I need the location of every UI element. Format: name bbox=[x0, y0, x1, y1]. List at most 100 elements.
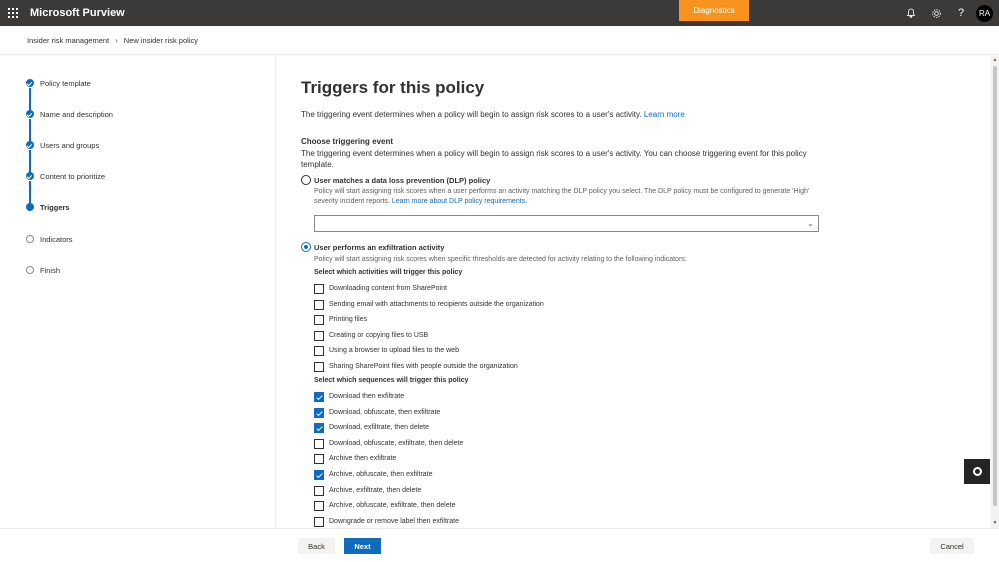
breadcrumb-item-new-policy: New insider risk policy bbox=[123, 35, 198, 45]
checkbox-label: Archive then exfiltrate bbox=[329, 455, 397, 462]
activity-checkbox-row[interactable]: Using a browser to upload files to the w… bbox=[314, 345, 459, 356]
checkbox[interactable] bbox=[314, 438, 324, 449]
exfiltration-option-radio[interactable] bbox=[301, 242, 311, 252]
check-icon bbox=[26, 141, 34, 149]
step-connector bbox=[29, 88, 31, 111]
section-description: The triggering event determines when a p… bbox=[301, 149, 807, 169]
breadcrumb-item-insider-risk[interactable]: Insider risk management bbox=[27, 36, 109, 45]
dlp-desc-text: Policy will start assigning risk scores … bbox=[314, 188, 810, 205]
sequences-title: Select which sequences will trigger this… bbox=[314, 377, 469, 384]
wizard-footer: Back Next Cancel bbox=[0, 528, 999, 562]
next-button[interactable]: Next bbox=[344, 538, 381, 554]
back-button[interactable]: Back bbox=[298, 538, 335, 554]
learn-more-link[interactable]: Learn more bbox=[644, 110, 685, 119]
checkbox-checked[interactable] bbox=[314, 422, 324, 433]
wizard-steps: Policy template Name and description Use… bbox=[0, 56, 276, 528]
checkbox[interactable] bbox=[314, 330, 324, 341]
sequence-checkbox-row[interactable]: Archive, exfiltrate, then delete bbox=[314, 485, 421, 496]
activity-checkbox-row[interactable]: Printing files bbox=[314, 314, 367, 325]
main-content: Triggers for this policy The triggering … bbox=[277, 56, 990, 528]
checkbox-label: Creating or copying files to USB bbox=[329, 332, 429, 339]
checkbox-label: Archive, obfuscate, then exfiltrate bbox=[329, 471, 433, 478]
activities-title: Select which activities will trigger thi… bbox=[314, 269, 463, 276]
sequence-checkbox-row[interactable]: Download then exfiltrate bbox=[314, 391, 404, 402]
step-content-prioritize[interactable]: Content to prioritize bbox=[26, 171, 105, 181]
activity-checkbox-row[interactable]: Sending email with attachments to recipi… bbox=[314, 299, 544, 310]
sequence-checkbox-row[interactable]: Downgrade or remove label then exfiltrat… bbox=[314, 516, 459, 527]
checkbox-label: Printing files bbox=[329, 316, 368, 323]
sequence-checkbox-row[interactable]: Download, obfuscate, exfiltrate, then de… bbox=[314, 438, 463, 449]
checkbox-checked[interactable] bbox=[314, 469, 324, 480]
page-description: The triggering event determines when a p… bbox=[301, 110, 685, 119]
check-icon bbox=[26, 172, 34, 180]
vertical-scrollbar[interactable]: ▲ ▼ bbox=[991, 56, 999, 528]
page-title: Triggers for this policy bbox=[301, 78, 485, 97]
diagnostics-button[interactable]: Diagnostics bbox=[679, 0, 749, 21]
exfiltration-option-label[interactable]: User performs an exfiltration activity bbox=[314, 243, 444, 252]
step-label: Content to prioritize bbox=[40, 171, 106, 181]
checkbox-label: Archive, exfiltrate, then delete bbox=[329, 487, 422, 494]
dlp-policy-dropdown[interactable]: ⌄ bbox=[314, 215, 819, 232]
checkbox[interactable] bbox=[314, 283, 324, 294]
checkbox-checked[interactable] bbox=[314, 407, 324, 418]
checkbox[interactable] bbox=[314, 485, 324, 496]
sequence-checkbox-row[interactable]: Archive, obfuscate, exfiltrate, then del… bbox=[314, 500, 455, 511]
scroll-up-arrow-icon[interactable]: ▲ bbox=[992, 57, 998, 63]
app-title[interactable]: Microsoft Purview bbox=[30, 7, 125, 19]
lifebuoy-icon bbox=[972, 467, 982, 476]
step-triggers[interactable]: Triggers bbox=[26, 202, 70, 212]
check-icon bbox=[26, 79, 34, 87]
step-label: Finish bbox=[40, 265, 61, 275]
step-label: Indicators bbox=[40, 234, 73, 244]
bell-icon[interactable] bbox=[898, 0, 924, 26]
step-policy-template[interactable]: Policy template bbox=[26, 78, 91, 88]
scroll-down-arrow-icon[interactable]: ▼ bbox=[992, 520, 998, 526]
waffle-icon[interactable] bbox=[0, 0, 26, 26]
empty-circle-icon bbox=[26, 266, 34, 274]
step-connector bbox=[29, 181, 31, 204]
checkbox[interactable] bbox=[314, 314, 324, 325]
chevron-right-icon: › bbox=[115, 35, 118, 45]
checkbox-label: Download, obfuscate, then exfiltrate bbox=[329, 409, 441, 416]
checkbox-label: Downloading content from SharePoint bbox=[329, 285, 447, 292]
checkbox[interactable] bbox=[314, 361, 324, 372]
scroll-thumb[interactable] bbox=[993, 66, 997, 506]
step-users-groups[interactable]: Users and groups bbox=[26, 140, 99, 150]
sequence-checkbox-row[interactable]: Archive, obfuscate, then exfiltrate bbox=[314, 469, 433, 480]
help-icon[interactable]: ? bbox=[948, 0, 974, 26]
checkbox-label: Archive, obfuscate, exfiltrate, then del… bbox=[329, 502, 456, 509]
checkbox[interactable] bbox=[314, 516, 324, 527]
step-finish: Finish bbox=[26, 265, 60, 275]
step-label: Users and groups bbox=[40, 140, 100, 150]
checkbox[interactable] bbox=[314, 299, 324, 310]
step-label: Triggers bbox=[40, 202, 70, 212]
checkbox[interactable] bbox=[314, 500, 324, 511]
step-indicators: Indicators bbox=[26, 234, 73, 244]
checkbox-label: Sending email with attachments to recipi… bbox=[329, 301, 544, 308]
checkbox-checked[interactable] bbox=[314, 391, 324, 402]
sequence-checkbox-row[interactable]: Download, obfuscate, then exfiltrate bbox=[314, 407, 440, 418]
sequence-checkbox-row[interactable]: Download, exfiltrate, then delete bbox=[314, 422, 429, 433]
floating-help-button[interactable] bbox=[964, 459, 990, 484]
current-step-dot-icon bbox=[26, 203, 34, 211]
checkbox-label: Download, obfuscate, exfiltrate, then de… bbox=[329, 440, 464, 447]
checkbox-label: Download then exfiltrate bbox=[329, 393, 405, 400]
avatar[interactable]: RA bbox=[976, 5, 993, 22]
step-label: Policy template bbox=[40, 78, 91, 88]
activity-checkbox-row[interactable]: Creating or copying files to USB bbox=[314, 330, 428, 341]
checkbox-label: Using a browser to upload files to the w… bbox=[329, 347, 459, 354]
sequence-checkbox-row[interactable]: Archive then exfiltrate bbox=[314, 453, 396, 464]
gear-icon[interactable] bbox=[923, 0, 949, 26]
description-text: The triggering event determines when a p… bbox=[301, 110, 642, 119]
step-name-description[interactable]: Name and description bbox=[26, 109, 113, 119]
step-label: Name and description bbox=[40, 109, 113, 119]
dlp-learn-more-link[interactable]: Learn more about DLP policy requirements… bbox=[392, 198, 527, 205]
cancel-button[interactable]: Cancel bbox=[930, 538, 974, 554]
dlp-option-radio[interactable] bbox=[301, 175, 311, 185]
dlp-option-label[interactable]: User matches a data loss prevention (DLP… bbox=[314, 176, 490, 185]
exfiltration-option-description: Policy will start assigning risk scores … bbox=[314, 256, 687, 263]
activity-checkbox-row[interactable]: Sharing SharePoint files with people out… bbox=[314, 361, 518, 372]
checkbox[interactable] bbox=[314, 453, 324, 464]
activity-checkbox-row[interactable]: Downloading content from SharePoint bbox=[314, 283, 447, 294]
checkbox[interactable] bbox=[314, 345, 324, 356]
